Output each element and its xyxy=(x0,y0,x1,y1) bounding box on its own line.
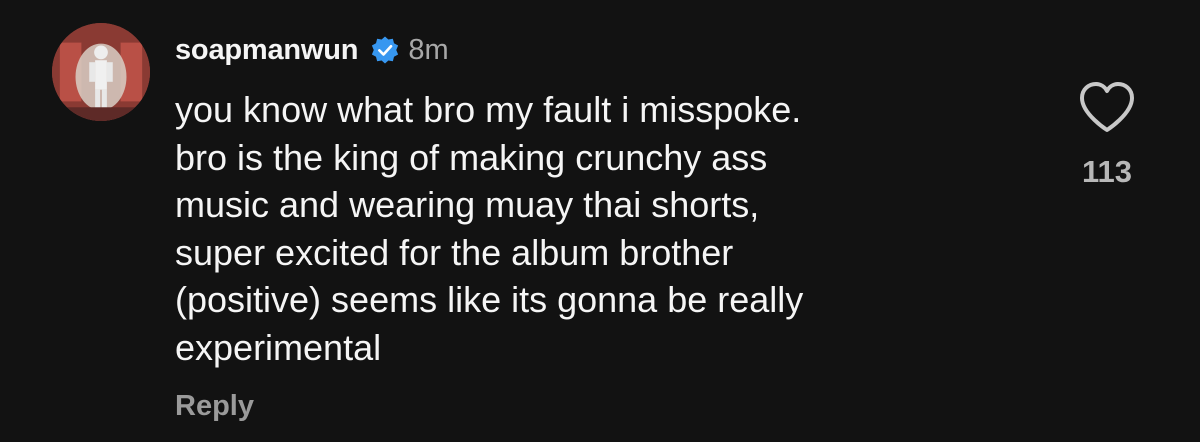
like-count: 113 xyxy=(1081,154,1132,189)
avatar[interactable] xyxy=(52,23,150,121)
reply-button[interactable]: Reply xyxy=(175,390,254,423)
username[interactable]: soapmanwun xyxy=(175,34,359,67)
comment-container: soapmanwun 8m you know what bro my fault… xyxy=(0,0,1200,442)
comment-text-line: super excited for the album brother xyxy=(175,231,734,273)
avatar-image xyxy=(52,23,150,121)
comment-text-line: you know what bro my fault i misspoke. xyxy=(175,89,802,130)
comment-text: you know what bro my fault i misspoke. b… xyxy=(175,86,1035,371)
comment-text-line: experimental xyxy=(175,326,382,368)
timestamp: 8m xyxy=(408,33,449,66)
comment-text-line: bro is the king of making crunchy ass xyxy=(175,136,768,178)
heart-icon xyxy=(1080,82,1134,132)
verified-badge-icon xyxy=(370,35,400,65)
comment-text-line: (positive) seems like its gonna be reall… xyxy=(175,279,804,320)
like-button[interactable] xyxy=(1077,80,1137,136)
comment-text-line: music and wearing muay thai shorts, xyxy=(175,184,760,225)
comment-header: soapmanwun 8m xyxy=(175,30,449,70)
